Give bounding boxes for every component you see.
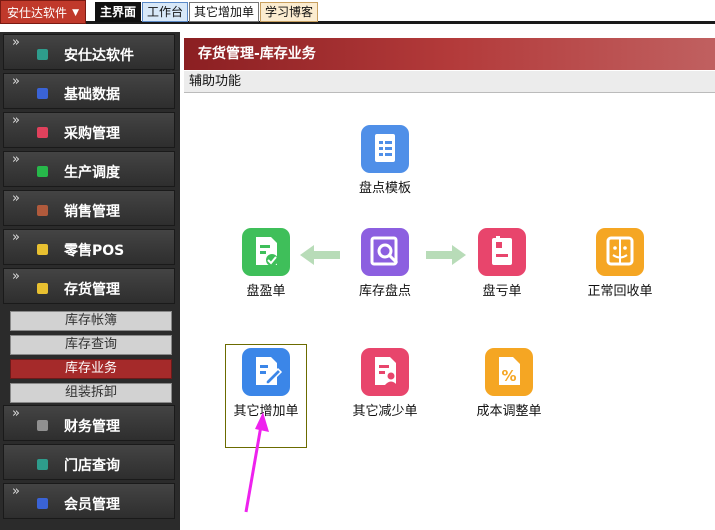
teal-square-icon <box>37 459 48 470</box>
tile-label: 成本调整单 <box>476 404 542 419</box>
double-chevron-right-icon: » <box>12 230 20 245</box>
top-bar: 安仕达软件 ▼ 主界面 工作台 其它增加单 学习博客 <box>0 0 715 24</box>
sidebar-item-company[interactable]: » 安仕达软件 <box>3 34 175 70</box>
double-chevron-right-icon: » <box>12 74 20 89</box>
document-user-icon <box>361 348 409 396</box>
tile-label: 盘盈单 <box>246 284 286 299</box>
sidebar-subitem-stock-business[interactable]: 库存业务 <box>10 359 172 379</box>
yellow-square-icon <box>37 244 48 255</box>
page-title: 存货管理-库存业务 <box>184 38 715 70</box>
svg-text:%: % <box>501 367 516 385</box>
sidebar-item-label: 零售POS <box>64 243 125 259</box>
double-chevron-right-icon: » <box>12 152 20 167</box>
sidebar-item-label: 门店查询 <box>64 458 120 474</box>
sidebar-item-label: 会员管理 <box>64 497 120 513</box>
tile-label: 盘点模板 <box>358 181 411 196</box>
sidebar-item-label: 财务管理 <box>64 419 120 435</box>
annotation-arrow-icon <box>244 412 269 513</box>
blue-square-icon <box>37 498 48 509</box>
red-square-icon <box>37 127 48 138</box>
chevron-down-icon: ▼ <box>72 8 79 18</box>
double-chevron-right-icon: » <box>12 484 20 499</box>
double-chevron-right-icon: » <box>12 35 20 50</box>
magnifier-icon <box>361 228 409 276</box>
tile-normal-recycle[interactable]: 正常回收单 <box>580 228 660 299</box>
sidebar-item-inventory[interactable]: » 存货管理 <box>3 268 175 304</box>
brown-square-icon <box>37 205 48 216</box>
tab-bar: 主界面 工作台 其它增加单 学习博客 <box>95 2 319 22</box>
double-chevron-right-icon: » <box>12 406 20 421</box>
sidebar-subitem-stock-query[interactable]: 库存查询 <box>10 335 172 355</box>
yellow-square-icon <box>37 283 48 294</box>
sidebar-item-retail-pos[interactable]: » 零售POS <box>3 229 175 265</box>
sidebar-item-sales[interactable]: » 销售管理 <box>3 190 175 226</box>
sidebar-item-basic-data[interactable]: » 基础数据 <box>3 73 175 109</box>
sidebar-item-label: 生产调度 <box>64 165 120 181</box>
sidebar-item-finance[interactable]: » 财务管理 <box>3 405 175 441</box>
tile-label: 其它减少单 <box>352 404 418 419</box>
sidebar-item-label: 存货管理 <box>64 282 120 298</box>
tile-count-template[interactable]: 盘点模板 <box>345 125 425 196</box>
tile-label: 正常回收单 <box>587 284 653 299</box>
arrow-left-icon <box>300 245 340 265</box>
document-list-icon <box>361 125 409 173</box>
blue-square-icon <box>37 88 48 99</box>
double-chevron-right-icon: » <box>12 113 20 128</box>
double-chevron-down-icon: » <box>12 269 20 284</box>
sidebar-item-label: 安仕达软件 <box>64 48 134 64</box>
gray-square-icon <box>37 420 48 431</box>
app-menu-button[interactable]: 安仕达软件 ▼ <box>0 0 86 24</box>
tile-loss-order[interactable]: 盘亏单 <box>462 228 542 299</box>
percent-document-icon: % <box>485 348 533 396</box>
recycle-face-icon <box>596 228 644 276</box>
tab-study-blog[interactable]: 学习博客 <box>260 2 319 22</box>
section-title: 辅助功能 <box>184 71 715 93</box>
tab-main[interactable]: 主界面 <box>95 2 142 22</box>
edit-document-icon <box>242 348 290 396</box>
clipboard-minus-icon <box>478 228 526 276</box>
tile-label: 盘亏单 <box>482 284 522 299</box>
sidebar-subitem-stock-ledger[interactable]: 库存帐簿 <box>10 311 172 331</box>
sidebar-item-label: 采购管理 <box>64 126 120 142</box>
app-menu-label: 安仕达软件 <box>7 6 68 20</box>
sidebar-item-members[interactable]: » 会员管理 <box>3 483 175 519</box>
sidebar-item-label: 基础数据 <box>64 87 120 103</box>
teal-square-icon <box>37 49 48 60</box>
sidebar-item-label: 销售管理 <box>64 204 120 220</box>
sidebar-item-store-query[interactable]: 门店查询 <box>3 444 175 480</box>
sidebar-item-production[interactable]: » 生产调度 <box>3 151 175 187</box>
tab-other-increase[interactable]: 其它增加单 <box>189 2 260 22</box>
tab-workbench[interactable]: 工作台 <box>142 2 189 22</box>
tile-other-decrease[interactable]: 其它减少单 <box>345 348 425 419</box>
sidebar: » 安仕达软件 » 基础数据 » 采购管理 » 生产调度 » 销售管理 » 零售… <box>0 32 180 530</box>
tile-cost-adjustment[interactable]: % 成本调整单 <box>469 348 549 419</box>
document-plus-icon <box>242 228 290 276</box>
sidebar-item-purchase[interactable]: » 采购管理 <box>3 112 175 148</box>
tile-label: 库存盘点 <box>358 284 411 299</box>
double-chevron-right-icon: » <box>12 191 20 206</box>
tile-surplus-order[interactable]: 盘盈单 <box>226 228 306 299</box>
tile-stock-count[interactable]: 库存盘点 <box>345 228 425 299</box>
sidebar-subitem-assembly[interactable]: 组装拆卸 <box>10 383 172 403</box>
green-square-icon <box>37 166 48 177</box>
